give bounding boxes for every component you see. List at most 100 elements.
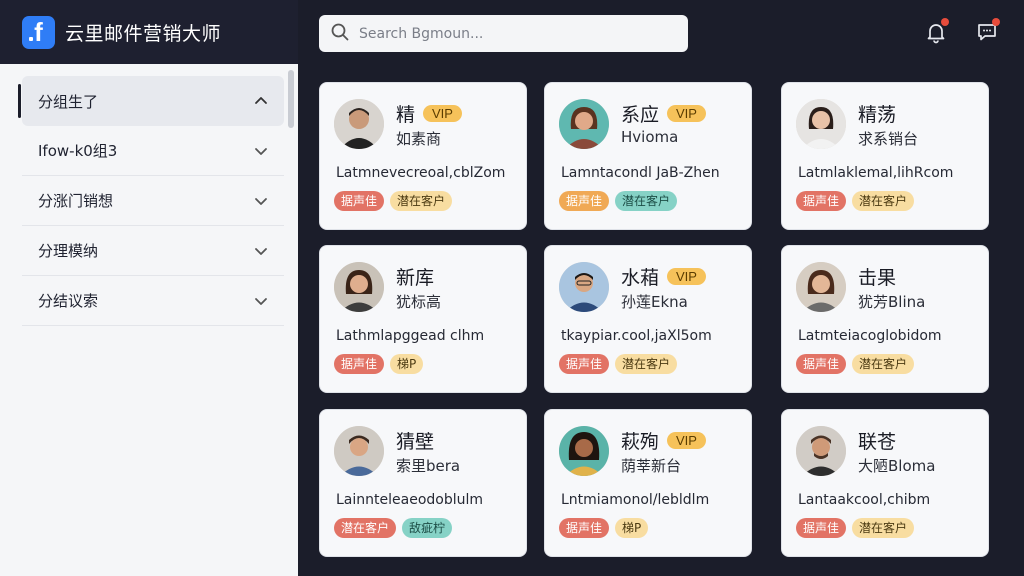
contact-tag[interactable]: 潜在客户 [852, 354, 915, 374]
avatar [334, 99, 384, 149]
chevron-down-icon [254, 244, 268, 258]
sidebar-group-item[interactable]: 分组生了 [18, 76, 284, 126]
avatar [334, 262, 384, 312]
contact-name-row: 萩殉 VIP [621, 427, 706, 454]
avatar [559, 426, 609, 476]
sidebar-group-item[interactable]: 分理模纳 [22, 226, 284, 276]
search-input[interactable] [359, 25, 679, 42]
notification-dot [992, 18, 1000, 26]
sidebar-group-item[interactable]: 分涨门销想 [22, 176, 284, 226]
tag-list: 潜在客户 敌疵柠 [334, 518, 453, 538]
contact-tag[interactable]: 据声佳 [796, 191, 847, 211]
contact-tag[interactable]: 潜在客户 [615, 354, 678, 374]
contact-tag[interactable]: 梯P [615, 518, 649, 538]
contact-subtitle: Hvioma [621, 128, 679, 146]
contact-name-row: 水葙 VIP [621, 263, 706, 290]
contact-subtitle: 孙莲Ekna [621, 293, 688, 311]
tag-list: 据声佳 梯P [559, 518, 649, 538]
sidebar-group-label: 分组生了 [38, 92, 99, 111]
tag-list: 据声佳 梯P [334, 354, 424, 374]
contact-card[interactable]: 新库 犹标高 Lathmlapggead clhm 据声佳 梯P [319, 245, 527, 393]
logo-glyph: f [34, 17, 43, 47]
sidebar-header: f 云里邮件营销大师 [0, 0, 298, 64]
avatar [334, 426, 384, 476]
contact-card[interactable]: 联苍 大陋Bloma Lantaakcool,chibm 据声佳 潜在客户 [781, 409, 989, 557]
chevron-down-icon [254, 144, 268, 158]
contact-card[interactable]: 精 VIP 如素商 Latmnevecreoal,cblZom 据声佳 潜在客户 [319, 82, 527, 230]
contact-tag[interactable]: 据声佳 [334, 354, 385, 374]
contact-email: Latmnevecreoal,cblZom [336, 165, 506, 181]
contact-email: Lntmiamonol/lebldlm [561, 492, 710, 508]
sidebar-group-label: Ifow-k0组3 [38, 142, 118, 160]
vip-badge: VIP [423, 105, 462, 122]
sidebar-group-item[interactable]: 分结议索 [22, 276, 284, 326]
tag-list: 据声佳 潜在客户 [559, 191, 678, 211]
sidebar-group-label: 分结议索 [38, 292, 99, 310]
chevron-up-icon [254, 94, 268, 108]
contact-tag[interactable]: 梯P [390, 354, 424, 374]
avatar [796, 262, 846, 312]
contact-card[interactable]: 系应 VIP Hvioma Lamntacondl JaB-Zhen 据声佳 潜… [544, 82, 752, 230]
app-window: f 云里邮件营销大师 分组生了 Ifow-k0组3 分涨门销想 分理模纳 分结议… [0, 0, 1024, 576]
contact-name: 精荡 [858, 104, 897, 126]
contact-name: 联苍 [858, 431, 897, 453]
contact-tag[interactable]: 敌疵柠 [402, 518, 453, 538]
sidebar-group-label: 分理模纳 [38, 242, 99, 260]
contact-tag[interactable]: 潜在客户 [852, 191, 915, 211]
contact-name: 精 [396, 104, 416, 126]
contact-subtitle: 犹芳Blina [858, 293, 926, 311]
search-box[interactable] [319, 15, 688, 52]
message-icon[interactable] [975, 18, 1000, 44]
logo-dot [29, 36, 33, 41]
contact-tag[interactable]: 据声佳 [334, 191, 385, 211]
vip-badge: VIP [667, 105, 706, 122]
sidebar-scrollbar[interactable] [288, 68, 294, 572]
vip-badge: VIP [667, 432, 706, 449]
search-icon [331, 23, 349, 45]
contact-name: 萩殉 [621, 431, 660, 453]
avatar [559, 262, 609, 312]
sidebar-scroll-thumb[interactable] [288, 70, 294, 128]
contact-email: Latmteiacoglobidom [798, 328, 942, 344]
contact-email: Lamntacondl JaB-Zhen [561, 165, 720, 181]
contact-card[interactable]: 水葙 VIP 孙莲Ekna tkaypiar.cool,jaXl5om 据声佳 … [544, 245, 752, 393]
contact-subtitle: 如素商 [396, 130, 442, 148]
contact-email: Lantaakcool,chibm [798, 492, 931, 508]
contact-tag[interactable]: 据声佳 [796, 518, 847, 538]
group-list: 分组生了 Ifow-k0组3 分涨门销想 分理模纳 分结议索 [18, 76, 284, 326]
contact-card[interactable]: 猜壁 索里bera Lainnteleaeodoblulm 潜在客户 敌疵柠 [319, 409, 527, 557]
top-bar [298, 0, 1024, 64]
contact-tag[interactable]: 潜在客户 [852, 518, 915, 538]
sidebar: f 云里邮件营销大师 分组生了 Ifow-k0组3 分涨门销想 分理模纳 分结议… [0, 0, 298, 576]
tag-list: 据声佳 潜在客户 [334, 191, 453, 211]
contact-card[interactable]: 击果 犹芳Blina Latmteiacoglobidom 据声佳 潜在客户 [781, 245, 989, 393]
tag-list: 据声佳 潜在客户 [796, 354, 915, 374]
app-logo-icon[interactable]: f [22, 15, 55, 49]
contact-tag[interactable]: 据声佳 [796, 354, 847, 374]
contact-subtitle: 大陋Bloma [858, 457, 936, 475]
contact-tag[interactable]: 潜在客户 [615, 191, 678, 211]
contact-tag[interactable]: 据声佳 [559, 191, 610, 211]
contact-tag[interactable]: 潜在客户 [334, 518, 397, 538]
contact-tag[interactable]: 潜在客户 [390, 191, 453, 211]
contact-name-row: 猜壁 [396, 427, 434, 454]
contact-name-row: 系应 VIP [621, 100, 706, 127]
chevron-down-icon [254, 194, 268, 208]
tag-list: 据声佳 潜在客户 [796, 518, 915, 538]
contact-name-row: 新库 [396, 263, 434, 290]
contact-card[interactable]: 精荡 求系销台 Latmlaklemal,lihRcom 据声佳 潜在客户 [781, 82, 989, 230]
contact-name: 击果 [858, 267, 897, 289]
app-title: 云里邮件营销大师 [65, 22, 222, 45]
contact-name: 系应 [621, 104, 660, 126]
tag-list: 据声佳 潜在客户 [559, 354, 678, 374]
contact-subtitle: 荫莘新台 [621, 457, 682, 475]
notification-dot [941, 18, 949, 26]
sidebar-group-item[interactable]: Ifow-k0组3 [22, 126, 284, 176]
avatar [796, 426, 846, 476]
contact-tag[interactable]: 据声佳 [559, 354, 610, 374]
contact-subtitle: 犹标高 [396, 293, 442, 311]
contact-tag[interactable]: 据声佳 [559, 518, 610, 538]
bell-icon[interactable] [924, 18, 949, 44]
contact-card[interactable]: 萩殉 VIP 荫莘新台 Lntmiamonol/lebldlm 据声佳 梯P [544, 409, 752, 557]
contact-subtitle: 索里bera [396, 457, 461, 475]
